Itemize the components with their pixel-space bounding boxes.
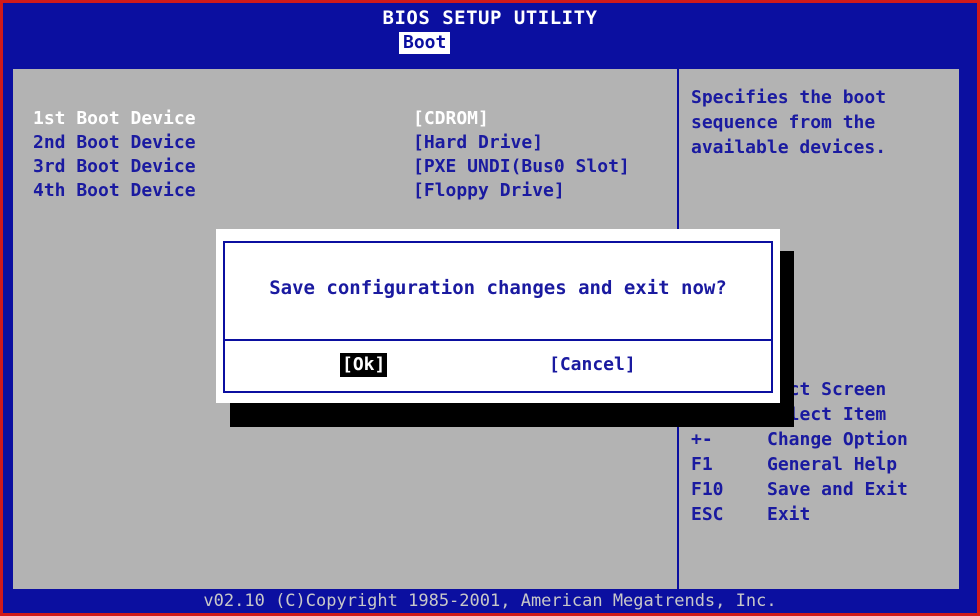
dialog-message: Save configuration changes and exit now? bbox=[269, 277, 727, 299]
boot-device-3-label[interactable]: 3rd Boot Device bbox=[33, 155, 196, 179]
plus-minus-icon: +- bbox=[691, 429, 713, 450]
key-help-exit: ESC Exit bbox=[691, 502, 810, 527]
app-title: BIOS SETUP UTILITY bbox=[382, 7, 598, 29]
key-help-general-help: F1 General Help bbox=[691, 452, 897, 477]
boot-device-2-label[interactable]: 2nd Boot Device bbox=[33, 131, 196, 155]
tab-boot[interactable]: Boot bbox=[399, 32, 451, 54]
boot-device-2-value[interactable]: [Hard Drive] bbox=[413, 131, 543, 155]
dialog-separator bbox=[225, 339, 771, 341]
boot-device-4-value[interactable]: [Floppy Drive] bbox=[413, 179, 565, 203]
boot-device-3-value[interactable]: [PXE UNDI(Bus0 Slot] bbox=[413, 155, 630, 179]
dialog-frame: Save configuration changes and exit now?… bbox=[223, 241, 773, 393]
key-desc: Exit bbox=[767, 504, 811, 525]
boot-device-4-label[interactable]: 4th Boot Device bbox=[33, 179, 196, 203]
key-help-save-exit: F10 Save and Exit bbox=[691, 477, 908, 502]
key-desc: General Help bbox=[767, 454, 898, 475]
key-help-change-option: +- Change Option bbox=[691, 427, 908, 452]
help-text: Specifies the boot sequence from the ava… bbox=[691, 87, 887, 158]
confirm-dialog: Save configuration changes and exit now?… bbox=[216, 229, 780, 403]
boot-device-1-value[interactable]: [CDROM] bbox=[413, 107, 489, 131]
footer-copyright: v02.10 (C)Copyright 1985-2001, American … bbox=[203, 591, 777, 611]
key-name: F10 bbox=[691, 479, 724, 500]
key-name: ESC bbox=[691, 504, 724, 525]
boot-device-1-label[interactable]: 1st Boot Device bbox=[33, 107, 196, 131]
key-desc: Save and Exit bbox=[767, 479, 908, 500]
ok-button[interactable]: [Ok] bbox=[340, 353, 388, 377]
cancel-button[interactable]: [Cancel] bbox=[549, 353, 636, 377]
header-bar: BIOS SETUP UTILITY Boot bbox=[3, 3, 977, 61]
key-desc: Change Option bbox=[767, 429, 908, 450]
key-name: F1 bbox=[691, 454, 713, 475]
